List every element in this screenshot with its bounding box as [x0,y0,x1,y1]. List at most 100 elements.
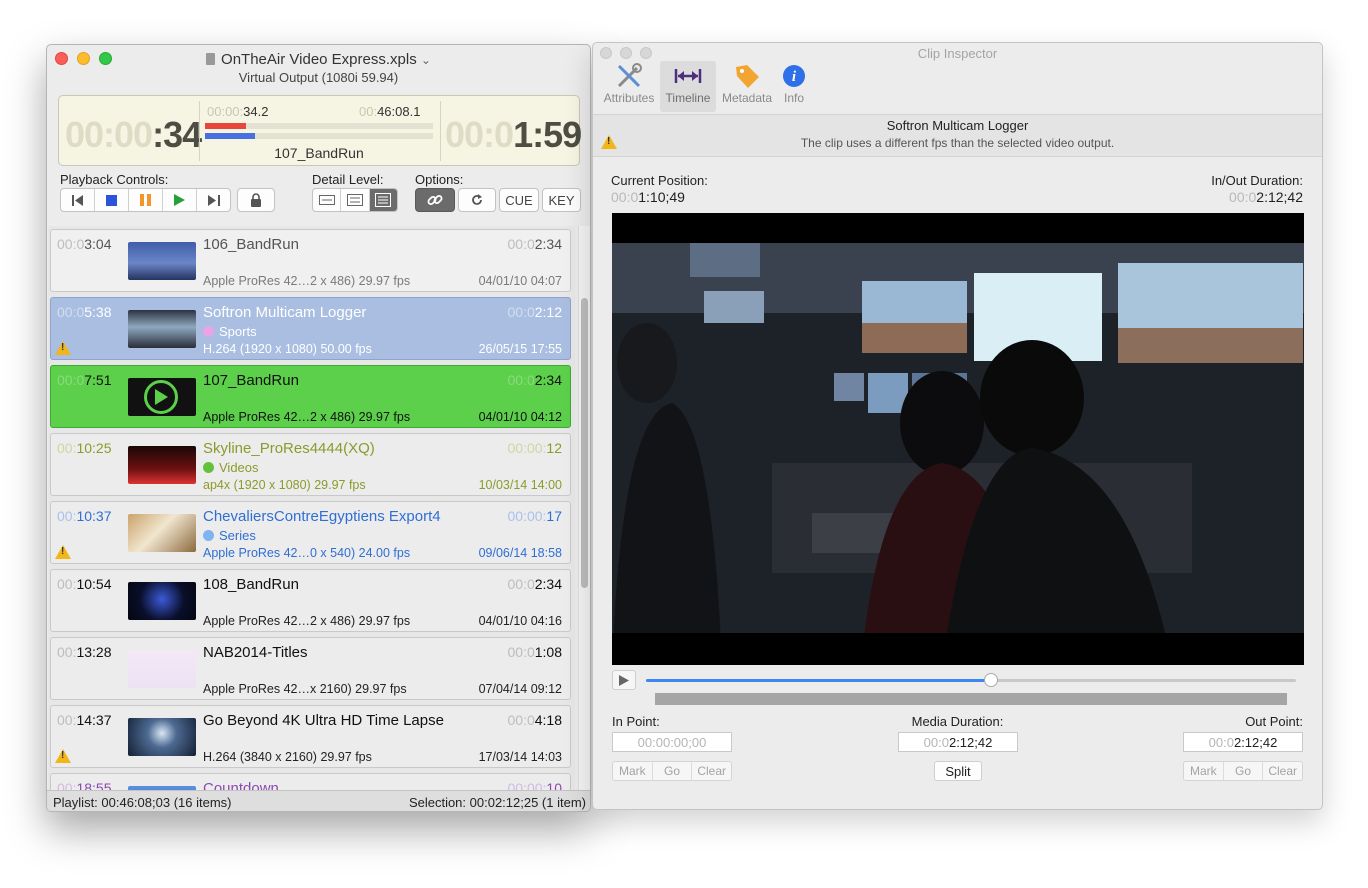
cue-button[interactable]: CUE [499,188,539,212]
playlist-row[interactable]: 00:05:38 Softron Multicam Logger 00:02:12 S… [50,297,571,360]
row-format: Apple ProRes 42…2 x 486) 29.97 fps [203,274,411,288]
out-go-button[interactable]: Go [1224,762,1264,780]
current-position-value: 00:01:10;49 [611,189,685,205]
tab-timeline-label: Timeline [665,91,711,105]
out-clear-button[interactable]: Clear [1263,762,1302,780]
key-button[interactable]: KEY [542,188,581,212]
lcd-divider-right [440,101,441,161]
row-format: ap4x (1920 x 1080) 29.97 fps [203,478,366,492]
position-scrubber[interactable] [646,673,1296,687]
warning-icon [601,135,617,149]
playback-controls [60,188,231,212]
tab-info[interactable]: i Info [779,61,809,112]
row-start-time: 00:10:25 [57,440,112,456]
lock-button[interactable] [237,188,275,212]
row-clip-name: ChevaliersContreEgyptiens Export4 [203,508,441,525]
video-frame-image [612,213,1304,665]
playlist-row[interactable]: 00:18:55 Countdown 00:00:10 [50,773,571,790]
row-thumbnail [128,242,196,280]
loop-icon [472,194,482,205]
playlist-scrollbar[interactable] [578,226,590,790]
playlist-row[interactable]: 00:10:37 ChevaliersContreEgyptiens Export… [50,501,571,564]
clip-inspector-window: Clip Inspector Attributes Timeline Metad… [592,42,1323,810]
category-dot-icon [203,530,214,541]
row-duration: 00:00:10 [507,780,562,790]
playlist-row[interactable]: 00:03:04 106_BandRun 00:02:34 Apple ProRes … [50,229,571,292]
playlist-row[interactable]: 00:07:51 107_BandRun 00:02:34 Apple ProRes … [50,365,571,428]
skip-forward-icon [207,194,220,206]
stop-icon [106,194,117,206]
row-category-tag: Series [203,528,256,543]
window-title-text: OnTheAir Video Express.xpls [221,51,417,68]
previous-button[interactable] [61,189,95,211]
row-format: H.264 (1920 x 1080) 50.00 fps [203,342,372,356]
playlist-progress-bar [205,133,433,139]
row-format: H.264 (3840 x 2160) 29.97 fps [203,750,372,764]
pause-button[interactable] [129,189,163,211]
clip-header: Softron Multicam Logger The clip uses a … [593,115,1322,156]
warning-icon [55,545,71,559]
media-duration-field: 00:0 2:12;42 [898,732,1018,752]
row-duration: 00:04:18 [507,712,563,728]
playlist-row[interactable]: 00:10:25 Skyline_ProRes4444(XQ) 00:00:12 Vi… [50,433,571,496]
play-icon [619,674,629,686]
row-start-time: 00:10:37 [57,508,112,524]
current-position-label: Current Position: [611,173,708,188]
in-clear-button[interactable]: Clear [692,762,731,780]
row-start-time: 00:07:51 [57,372,112,388]
in-go-button[interactable]: Go [653,762,693,780]
detail-small-button[interactable] [313,189,342,211]
split-button[interactable]: Split [934,761,982,781]
detail-large-icon [375,193,392,207]
row-format: Apple ProRes 42…2 x 486) 29.97 fps [203,410,411,424]
playlist-scroll-thumb[interactable] [581,298,588,588]
out-point-label: Out Point: [1245,714,1303,729]
detail-medium-button[interactable] [341,189,370,211]
row-clip-name: NAB2014-Titles [203,644,308,661]
preview-play-button[interactable] [612,670,636,690]
clip-progress-bar [205,123,433,129]
next-button[interactable] [197,189,230,211]
tab-metadata[interactable]: Metadata [717,61,777,112]
link-icon [427,195,443,205]
row-start-time: 00:13:28 [57,644,112,660]
playlist-summary: Playlist: 00:46:08;03 (16 items) [53,795,232,810]
output-subtitle: Virtual Output (1080i 59.94) [238,70,399,85]
category-dot-icon [203,326,214,337]
row-thumbnail [128,310,196,348]
skip-back-icon [71,194,83,206]
out-point-field[interactable]: 00:0 2:12;42 [1183,732,1303,752]
tab-timeline[interactable]: Timeline [660,61,716,112]
options-label: Options: [415,172,464,187]
out-mark-button[interactable]: Mark [1184,762,1224,780]
row-clip-name: Countdown [203,780,279,790]
play-button[interactable] [163,189,197,211]
link-option-button[interactable] [415,188,455,212]
loop-option-button[interactable] [458,188,496,212]
playlist: 00:03:04 106_BandRun 00:02:34 Apple ProRes … [48,226,575,790]
time-display: 00:00:34 00:00:34.2 00:46:08.1 107_BandR… [58,95,582,166]
video-preview[interactable] [612,213,1304,665]
playlist-row[interactable]: 00:10:54 108_BandRun 00:02:34 Apple ProRes … [50,569,571,632]
tab-attributes-label: Attributes [603,91,655,105]
row-thumbnail [128,514,196,552]
row-start-time: 00:05:38 [57,304,112,320]
in-out-range-bar[interactable] [655,693,1287,705]
tab-info-label: Info [783,91,804,105]
playlist-row[interactable]: 00:13:28 NAB2014-Titles 00:01:08 Apple ProR… [50,637,571,700]
row-date: 04/01/10 04:07 [478,274,562,288]
title-chevron-icon[interactable]: ⌄ [421,53,431,67]
in-mark-button[interactable]: Mark [613,762,653,780]
row-clip-name: Go Beyond 4K Ultra HD Time Lapse [203,712,444,729]
tag-icon [736,65,759,88]
row-duration: 00:00:12 [507,440,562,456]
tab-attributes[interactable]: Attributes [599,61,659,112]
row-thumbnail [128,650,196,688]
scrubber-handle[interactable] [983,673,998,687]
detail-large-button[interactable] [369,189,397,211]
stop-button[interactable] [95,189,129,211]
clip-elapsed: 00:00:34.2 [207,104,269,119]
row-date: 09/06/14 18:58 [478,546,562,560]
in-point-field[interactable]: 00:00:00;00 [612,732,732,752]
playlist-row[interactable]: 00:14:37 Go Beyond 4K Ultra HD Time Laps… [50,705,571,768]
